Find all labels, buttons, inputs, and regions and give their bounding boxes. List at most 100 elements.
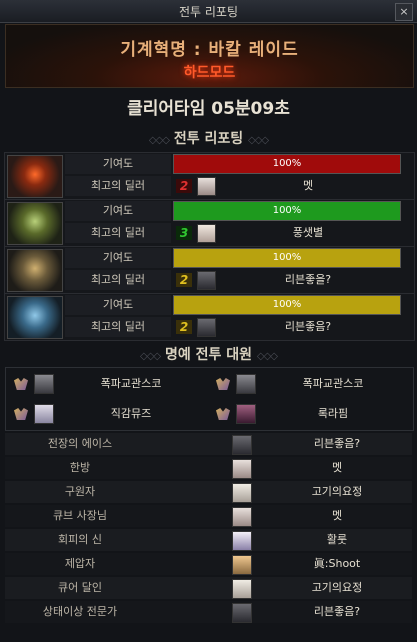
party-row: 기여도 100% 최고의 딜러 2 리븐좋음? bbox=[4, 293, 415, 341]
member-avatar-icon bbox=[236, 374, 256, 394]
member-avatar-icon bbox=[236, 404, 256, 424]
medal-icon bbox=[14, 378, 28, 390]
award-label: 전장의 에이스 bbox=[47, 437, 113, 450]
medal-icon bbox=[14, 408, 28, 420]
party-portrait-icon bbox=[7, 296, 63, 339]
contrib-bar: 100% bbox=[173, 295, 401, 315]
party-portrait-icon bbox=[7, 249, 63, 292]
dealer-avatar-icon bbox=[197, 271, 216, 290]
contrib-bar: 100% bbox=[173, 201, 401, 221]
title-bar[interactable]: 전투 리포팅 × bbox=[0, 0, 417, 23]
dealer-label: 최고의 딜러 bbox=[65, 176, 171, 196]
report-section-title: 전투 리포팅 bbox=[173, 131, 244, 147]
honor-member[interactable]: 폭파교관스코 bbox=[8, 370, 208, 398]
dealer-label: 최고의 딜러 bbox=[65, 223, 171, 243]
award-label: 큐브 사장님 bbox=[52, 509, 108, 522]
close-button[interactable]: × bbox=[395, 3, 413, 21]
award-row: 한방 멧 bbox=[5, 457, 412, 479]
top-dealer: 2 리븐좋음? bbox=[173, 317, 399, 337]
rank-badge: 2 bbox=[176, 320, 192, 334]
award-label: 큐어 달인 bbox=[58, 581, 102, 594]
member-name: 직감뮤즈 bbox=[110, 407, 152, 420]
contrib-label: 기여도 bbox=[65, 201, 171, 221]
decor-left: ◇◇◇ bbox=[140, 351, 161, 362]
clear-time: 클리어타임 05분09초 bbox=[127, 99, 290, 119]
contrib-label: 기여도 bbox=[65, 295, 171, 315]
dealer-name: 풍샛별 bbox=[292, 226, 324, 239]
party-row: 기여도 100% 최고의 딜러 2 리븐좋을? bbox=[4, 246, 415, 294]
contrib-value: 100% bbox=[272, 252, 302, 263]
member-avatar-icon bbox=[34, 374, 54, 394]
medal-icon bbox=[216, 378, 230, 390]
award-winner: 활룻 bbox=[326, 533, 348, 546]
window-title: 전투 리포팅 bbox=[178, 5, 238, 19]
report-window: 전투 리포팅 × 기계혁명 : 바칼 레이드 하드모드 클리어타임 05분09초… bbox=[0, 0, 417, 642]
decor-left: ◇◇◇ bbox=[148, 135, 170, 146]
decor-right: ◇◇◇ bbox=[248, 135, 269, 146]
rank-badge: 2 bbox=[176, 179, 192, 193]
contrib-value: 100% bbox=[272, 158, 302, 169]
award-winner: 眞:Shoot bbox=[313, 557, 361, 570]
contrib-value: 100% bbox=[272, 299, 302, 310]
award-row: 전장의 에이스 리븐좋음? bbox=[5, 433, 412, 455]
contrib-bar: 100% bbox=[173, 154, 401, 174]
member-name: 록라핌 bbox=[317, 407, 349, 420]
award-row: 상태이상 전문가 리븐좋음? bbox=[5, 601, 412, 623]
rank-badge: 3 bbox=[176, 226, 192, 240]
award-avatar-icon bbox=[232, 603, 252, 623]
award-row: 구원자 고기의요정 bbox=[5, 481, 412, 503]
raid-title: 기계혁명 : 바칼 레이드 bbox=[120, 40, 299, 60]
difficulty-mode: 하드모드 bbox=[183, 65, 236, 81]
dealer-name: 리븐좋을? bbox=[284, 273, 332, 286]
honor-member[interactable]: 록라핌 bbox=[210, 400, 410, 428]
honor-panel: 폭파교관스코 폭파교관스코 직감뮤즈 록라핌 bbox=[5, 367, 414, 431]
dealer-name: 멧 bbox=[302, 179, 314, 192]
award-winner: 리븐좋음? bbox=[313, 605, 361, 618]
contrib-label: 기여도 bbox=[65, 154, 171, 174]
top-dealer: 2 리븐좋을? bbox=[173, 270, 399, 290]
dealer-label: 최고의 딜러 bbox=[65, 270, 171, 290]
dealer-avatar-icon bbox=[197, 177, 216, 196]
award-label: 상태이상 전문가 bbox=[42, 605, 118, 618]
dealer-label: 최고의 딜러 bbox=[65, 317, 171, 337]
member-name: 폭파교관스코 bbox=[100, 377, 162, 390]
award-winner: 멧 bbox=[331, 509, 343, 522]
award-row: 큐브 사장님 멧 bbox=[5, 505, 412, 527]
award-row: 큐어 달인 고기의요정 bbox=[5, 577, 412, 599]
award-avatar-icon bbox=[232, 555, 252, 575]
honor-member[interactable]: 폭파교관스코 bbox=[210, 370, 410, 398]
award-row: 제압자 眞:Shoot bbox=[5, 553, 412, 575]
award-avatar-icon bbox=[232, 531, 252, 551]
honor-section-header: ◇◇◇ 명예 전투 대원 ◇◇◇ bbox=[0, 344, 417, 364]
top-dealer: 2 멧 bbox=[173, 176, 399, 196]
award-winner: 고기의요정 bbox=[311, 485, 363, 498]
award-avatar-icon bbox=[232, 459, 252, 479]
award-avatar-icon bbox=[232, 579, 252, 599]
medal-icon bbox=[216, 408, 230, 420]
top-dealer: 3 풍샛별 bbox=[173, 223, 399, 243]
award-winner: 고기의요정 bbox=[311, 581, 363, 594]
raid-header: 기계혁명 : 바칼 레이드 하드모드 bbox=[5, 24, 414, 88]
dealer-avatar-icon bbox=[197, 224, 216, 243]
contrib-value: 100% bbox=[272, 205, 302, 216]
award-label: 회피의 신 bbox=[58, 533, 102, 546]
rank-badge: 2 bbox=[176, 273, 192, 287]
contrib-bar: 100% bbox=[173, 248, 401, 268]
award-avatar-icon bbox=[232, 507, 252, 527]
member-avatar-icon bbox=[34, 404, 54, 424]
party-portrait-icon bbox=[7, 155, 63, 198]
dealer-name: 리븐좋음? bbox=[284, 320, 332, 333]
honor-member[interactable]: 직감뮤즈 bbox=[8, 400, 208, 428]
contrib-label: 기여도 bbox=[65, 248, 171, 268]
award-winner: 리븐좋음? bbox=[313, 437, 361, 450]
dealer-avatar-icon bbox=[197, 318, 216, 337]
member-name: 폭파교관스코 bbox=[302, 377, 364, 390]
award-row: 회피의 신 활룻 bbox=[5, 529, 412, 551]
award-label: 제압자 bbox=[64, 557, 96, 570]
honor-section-title: 명예 전투 대원 bbox=[164, 347, 253, 363]
report-section-header: ◇◇◇ 전투 리포팅 ◇◇◇ bbox=[0, 128, 417, 148]
award-label: 한방 bbox=[69, 461, 91, 474]
party-row: 기여도 100% 최고의 딜러 2 멧 bbox=[4, 152, 415, 200]
award-label: 구원자 bbox=[64, 485, 96, 498]
decor-right: ◇◇◇ bbox=[256, 351, 278, 362]
